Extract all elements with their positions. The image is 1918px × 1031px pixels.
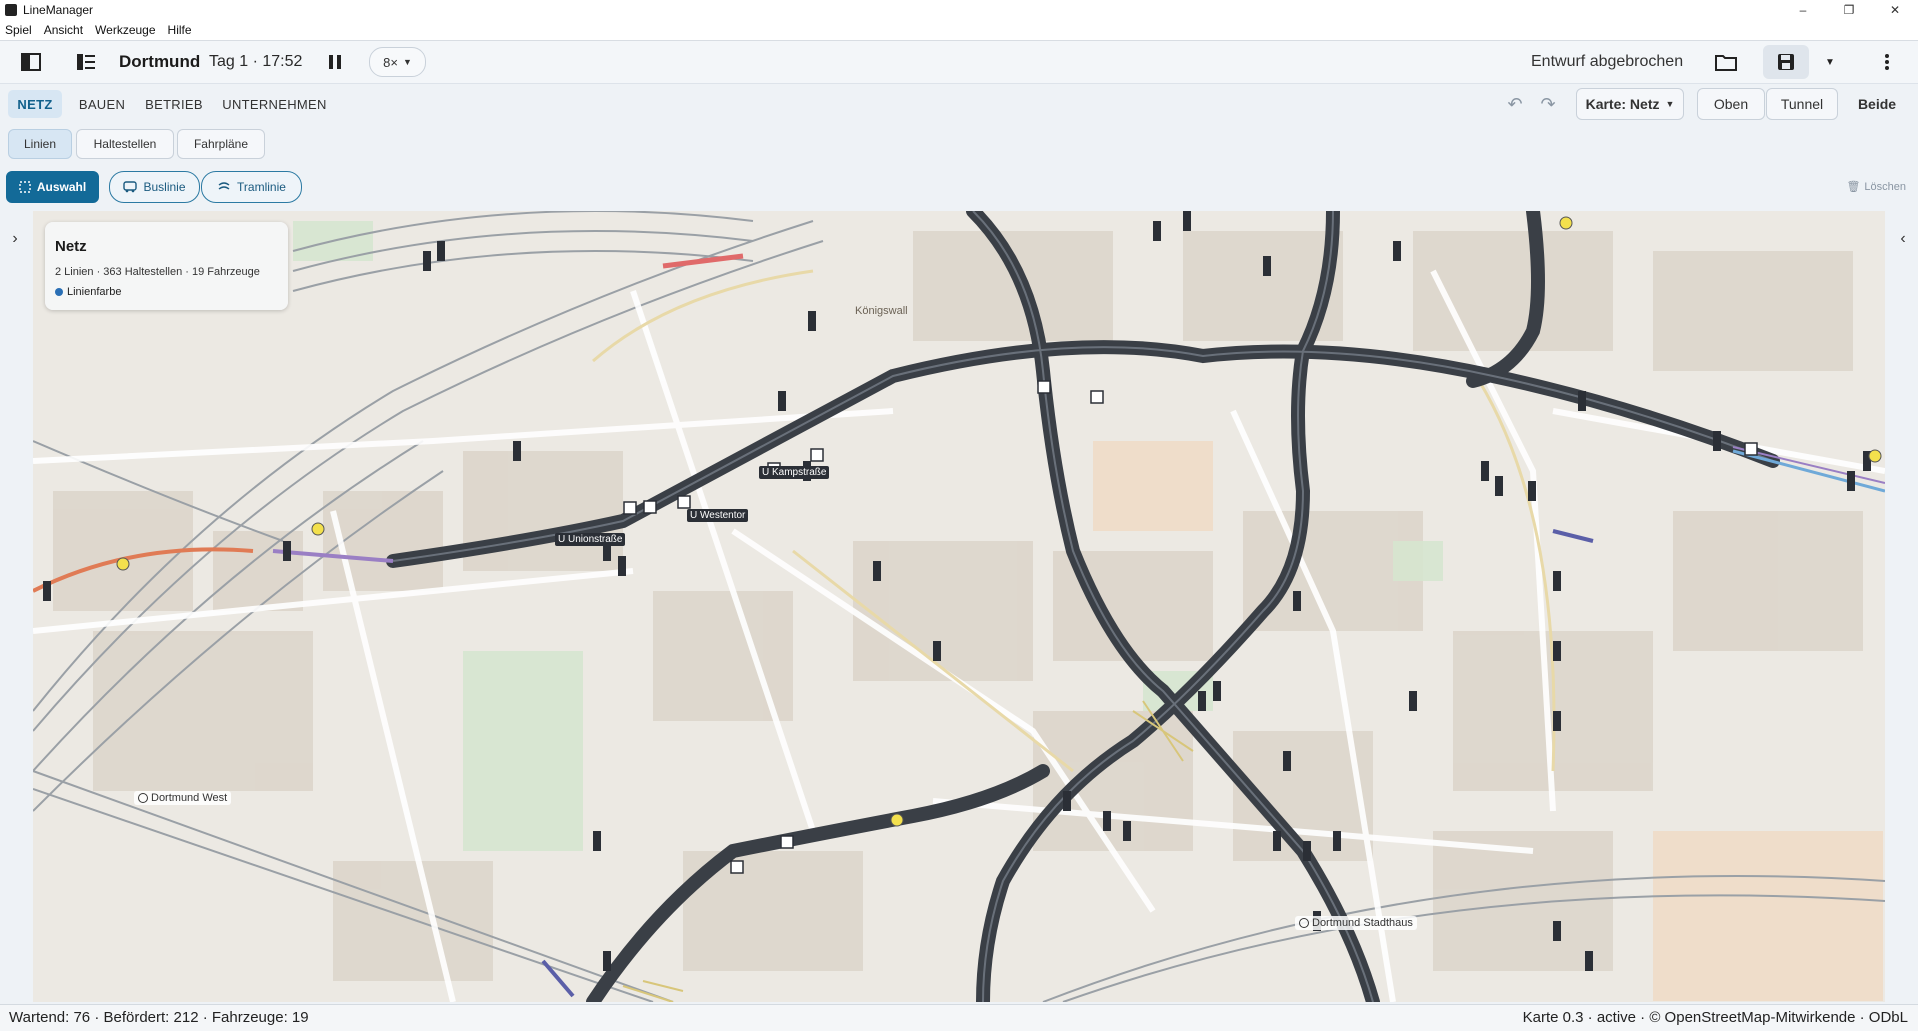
info-card-legend: Linienfarbe — [55, 286, 121, 298]
subtab-row: Linien Haltestellen Fahrpläne — [0, 124, 1918, 162]
day-time: Tag 1 · 17:52 — [209, 53, 303, 70]
tool-buslinie-label: Buslinie — [143, 180, 186, 194]
close-button[interactable]: ✕ — [1872, 0, 1918, 20]
main-toolbar: Dortmund Tag 1 · 17:52 8× ▼ Entwurf abge… — [0, 41, 1918, 84]
more-options-icon[interactable] — [1868, 46, 1906, 78]
info-card-summary: 2 Linien · 363 Haltestellen · 19 Fahrzeu… — [55, 266, 260, 278]
bus-icon — [123, 181, 138, 193]
redo-icon[interactable]: ↷ — [1533, 90, 1563, 118]
view-oben-button[interactable]: Oben — [1697, 88, 1765, 120]
folder-icon[interactable] — [1707, 46, 1745, 78]
view-tunnel-button[interactable]: Tunnel — [1766, 88, 1838, 120]
tool-tramlinie[interactable]: Tramlinie — [201, 171, 302, 203]
city-name: Dortmund — [119, 52, 201, 71]
tool-buslinie[interactable]: Buslinie — [109, 171, 200, 203]
app-icon — [5, 4, 17, 16]
panel-toggle-icon[interactable] — [67, 46, 105, 78]
tab-unternehmen[interactable]: UNTERNEHMEN — [221, 90, 328, 118]
save-icon[interactable] — [1763, 45, 1809, 79]
left-panel-chevron-icon[interactable]: › — [5, 230, 25, 248]
tab-bauen[interactable]: BAUEN — [74, 90, 130, 118]
station-name: Dortmund West — [151, 792, 228, 804]
status-bar: Wartend: 76 · Befördert: 212 · Fahrzeuge… — [0, 1004, 1918, 1031]
menu-werkzeuge[interactable]: Werkzeuge — [89, 23, 161, 37]
view-beide-button[interactable]: Beide — [1840, 88, 1914, 120]
tool-tramlinie-label: Tramlinie — [237, 180, 286, 194]
menu-ansicht[interactable]: Ansicht — [38, 23, 89, 37]
window-titlebar: LineManager – ❐ ✕ — [0, 0, 1918, 21]
station-icon — [138, 793, 148, 803]
station-name: Dortmund Stadthaus — [1312, 917, 1413, 929]
tram-icon — [218, 182, 230, 190]
station-icon — [1299, 918, 1309, 928]
selection-icon — [19, 181, 31, 193]
window-title: LineManager — [23, 3, 94, 17]
speed-value: 8× — [383, 54, 398, 70]
stop-label-kampstrasse[interactable]: U Kampstraße — [759, 466, 830, 479]
map-layer-value: Karte: Netz — [1585, 96, 1660, 112]
map-layer-select[interactable]: Karte: Netz ▼ — [1576, 88, 1684, 120]
trash-icon: 🗑 — [1846, 181, 1861, 193]
map-view[interactable]: Netz 2 Linien · 363 Haltestellen · 19 Fa… — [33, 211, 1885, 1002]
stop-label-unionstrasse[interactable]: U Unionstraße — [555, 533, 626, 546]
sidebar-toggle-icon[interactable] — [12, 46, 50, 78]
map-canvas[interactable] — [33, 211, 1885, 1002]
maximize-button[interactable]: ❐ — [1826, 0, 1872, 20]
chevron-down-icon: ▼ — [402, 57, 412, 67]
minimize-button[interactable]: – — [1780, 0, 1826, 20]
menu-spiel[interactable]: Spiel — [0, 23, 38, 37]
undo-icon[interactable]: ↶ — [1500, 90, 1530, 118]
network-info-card: Netz 2 Linien · 363 Haltestellen · 19 Fa… — [45, 222, 288, 310]
menu-bar: Spiel Ansicht Werkzeuge Hilfe — [0, 20, 1918, 41]
speed-select[interactable]: 8× ▼ — [369, 47, 426, 77]
nav-row: NETZ BAUEN BETRIEB UNTERNEHMEN ↶ ↷ Karte… — [0, 84, 1918, 124]
delete-button[interactable]: 🗑 Löschen — [1846, 180, 1906, 194]
subtab-haltestellen[interactable]: Haltestellen — [76, 129, 174, 159]
stats-text: Wartend: 76 · Befördert: 212 · Fahrzeuge… — [9, 1009, 309, 1026]
pause-icon[interactable] — [316, 46, 354, 78]
subtab-fahrplaene[interactable]: Fahrpläne — [177, 129, 265, 159]
tool-auswahl[interactable]: Auswahl — [6, 171, 99, 203]
station-label-dortmund-stadthaus[interactable]: Dortmund Stadthaus — [1295, 916, 1417, 930]
tab-netz[interactable]: NETZ — [8, 90, 62, 118]
legend-color-dot-icon — [55, 288, 63, 296]
tab-betrieb[interactable]: BETRIEB — [142, 90, 206, 118]
subtab-linien[interactable]: Linien — [8, 129, 72, 159]
stop-label-westentor[interactable]: U Westentor — [687, 509, 749, 522]
info-card-title: Netz — [55, 238, 87, 255]
station-label-dortmund-west[interactable]: Dortmund West — [134, 791, 232, 805]
legend-label: Linienfarbe — [67, 286, 122, 298]
right-panel-chevron-icon[interactable]: ‹ — [1893, 230, 1913, 248]
street-label-koenigswall: Königswall — [855, 305, 908, 317]
menu-hilfe[interactable]: Hilfe — [162, 23, 198, 37]
tool-row: Auswahl Buslinie Tramlinie 🗑 Löschen — [0, 162, 1918, 210]
save-status: Entwurf abgebrochen — [1531, 53, 1684, 70]
save-options-chevron-icon[interactable]: ▼ — [1811, 46, 1849, 78]
attribution-text: Karte 0.3 · active · © OpenStreetMap-Mit… — [1522, 1009, 1908, 1026]
chevron-down-icon: ▼ — [1665, 99, 1675, 109]
tool-auswahl-label: Auswahl — [36, 180, 87, 194]
delete-label: Löschen — [1864, 180, 1906, 193]
